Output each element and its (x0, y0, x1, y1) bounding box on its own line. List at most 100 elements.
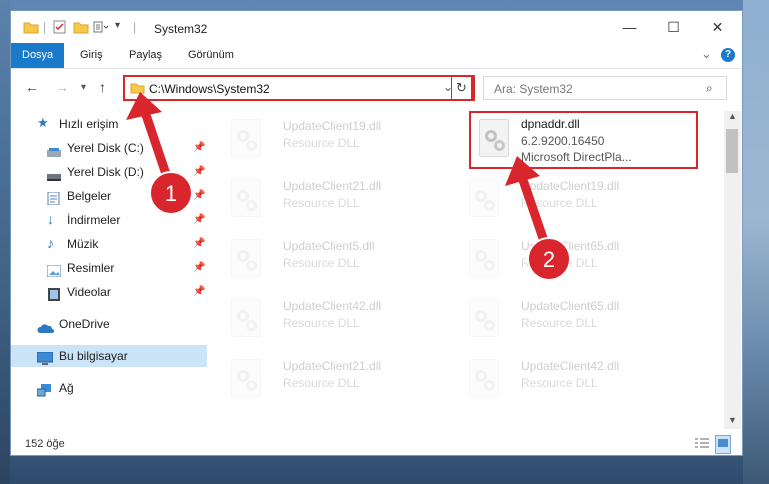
file-type: Microsoft DirectPla... (521, 150, 632, 164)
dll-file-icon (231, 359, 261, 397)
file-name: UpdateClient5.dll (283, 239, 375, 253)
sidebar-item-label: Videolar (67, 285, 111, 299)
vertical-scrollbar[interactable]: ▲ ▼ (724, 111, 741, 429)
tab-view[interactable]: Görünüm (177, 43, 245, 68)
sidebar-item-music[interactable]: ♪ Müzik 📌 (11, 233, 207, 255)
download-icon: ↓ (47, 211, 54, 227)
scrollbar-thumb[interactable] (726, 129, 738, 173)
properties-icon[interactable] (53, 20, 67, 37)
scroll-up-icon[interactable]: ▲ (728, 111, 737, 121)
sidebar-item-videos[interactable]: Videolar 📌 (11, 281, 207, 303)
customize-icon[interactable] (93, 20, 109, 37)
quick-access-dropdown-icon[interactable]: ▾ (115, 20, 120, 31)
maximize-button[interactable]: ☐ (651, 11, 696, 43)
drive-icon (47, 143, 61, 157)
details-view-icon[interactable] (695, 437, 709, 452)
close-button[interactable]: ✕ (695, 11, 740, 43)
dll-file-icon (469, 239, 499, 277)
sidebar-item-network[interactable]: Ağ (11, 377, 207, 399)
star-icon: ★ (37, 115, 49, 130)
sidebar-item-quick-access[interactable]: ★ Hızlı erişim (11, 113, 207, 135)
tab-share[interactable]: Paylaş (118, 43, 173, 68)
sidebar-item-drive-d[interactable]: Yerel Disk (D:) 📌 (11, 161, 207, 183)
sidebar-item-this-pc[interactable]: Bu bilgisayar (11, 345, 207, 367)
file-explorer-window: | ▾ | System32 — ☐ ✕ Dosya Giriş Paylaş … (10, 10, 743, 456)
dll-file-icon (231, 179, 261, 217)
item-count: 152 öğe (25, 438, 65, 450)
sidebar-item-pictures[interactable]: Resimler 📌 (11, 257, 207, 279)
address-bar[interactable]: C:\Windows\System32 ⌄ (123, 75, 475, 101)
address-path: C:\Windows\System32 (149, 82, 270, 96)
status-bar: 152 öğe (11, 433, 742, 455)
drive-icon (47, 167, 61, 181)
pin-icon: 📌 (193, 142, 206, 153)
sidebar-item-downloads[interactable]: ↓ İndirmeler 📌 (11, 209, 207, 231)
file-item[interactable]: UpdateClient21.dll Resource DLL (211, 173, 441, 229)
back-arrow-icon[interactable]: ← (25, 79, 39, 95)
sidebar-item-label: Yerel Disk (D:) (67, 165, 144, 179)
separator: | (43, 20, 47, 34)
file-type: Resource DLL (521, 196, 598, 210)
onedrive-icon (37, 319, 54, 333)
up-arrow-icon[interactable]: ↑ (99, 79, 106, 95)
pin-icon: 📌 (193, 214, 206, 225)
recent-locations-icon[interactable]: ▾ (81, 82, 86, 93)
new-folder-icon[interactable] (73, 20, 89, 37)
computer-icon (36, 350, 54, 365)
sidebar-item-onedrive[interactable]: OneDrive (11, 313, 207, 335)
file-name: UpdateClient42.dll (283, 299, 382, 313)
forward-arrow-icon[interactable]: → (55, 79, 69, 95)
file-type: Resource DLL (283, 256, 360, 270)
file-name: UpdateClient21.dll (283, 359, 382, 373)
pin-icon: 📌 (193, 262, 206, 273)
video-icon (47, 286, 61, 301)
sidebar-item-label: Resimler (67, 261, 115, 275)
file-item-selected[interactable]: dpnaddr.dll 6.2.9200.16450 Microsoft Dir… (469, 111, 698, 169)
dll-file-icon (469, 359, 499, 397)
file-item[interactable]: UpdateClient19.dll Resource DLL (449, 173, 679, 229)
navigation-pane: ★ Hızlı erişim Yerel Disk (C:) 📌 Yerel D… (11, 111, 211, 429)
music-icon: ♪ (47, 235, 54, 251)
sidebar-item-label: Bu bilgisayar (59, 349, 128, 363)
help-icon[interactable]: ? (721, 48, 735, 62)
dll-file-icon (231, 119, 261, 157)
file-item[interactable]: UpdateClient42.dll Resource DLL (211, 293, 441, 349)
file-item[interactable]: UpdateClient21.dll Resource DLL (211, 353, 441, 409)
expand-ribbon-icon[interactable]: ⌄ (701, 46, 712, 62)
tab-file[interactable]: Dosya (11, 43, 65, 68)
dll-file-icon (231, 239, 261, 277)
tiles-view-icon[interactable] (715, 435, 731, 454)
dll-file-icon (469, 179, 499, 217)
file-type: Resource DLL (283, 316, 360, 330)
sidebar-item-label: Yerel Disk (C:) (67, 141, 144, 155)
file-item[interactable]: UpdateClient65.dll Resource DLL (449, 233, 679, 289)
pin-icon: 📌 (193, 166, 206, 177)
pin-icon: 📌 (193, 238, 206, 249)
pin-icon: 📌 (193, 190, 206, 201)
file-name: UpdateClient19.dll (521, 179, 620, 193)
file-name: UpdateClient19.dll (283, 119, 382, 133)
pictures-icon (46, 262, 62, 278)
search-box[interactable]: Ara: System32 ⌕ (483, 76, 727, 100)
minimize-button[interactable]: — (607, 11, 652, 43)
file-item[interactable]: UpdateClient5.dll Resource DLL (211, 233, 441, 289)
title-bar: | ▾ | System32 — ☐ ✕ (11, 11, 742, 43)
sidebar-item-label: Müzik (67, 237, 99, 251)
sidebar-item-label: Hızlı erişim (59, 117, 119, 131)
sidebar-item-label: Ağ (59, 381, 74, 395)
file-item[interactable]: UpdateClient19.dll Resource DLL (211, 113, 441, 169)
sidebar-item-documents[interactable]: Belgeler 📌 (11, 185, 207, 207)
file-type: Resource DLL (521, 376, 598, 390)
file-name: UpdateClient42.dll (521, 359, 620, 373)
tab-home[interactable]: Giriş (69, 43, 114, 68)
file-item[interactable]: UpdateClient42.dll Resource DLL (449, 353, 679, 409)
scroll-down-icon[interactable]: ▼ (728, 415, 737, 425)
file-version: 6.2.9200.16450 (521, 134, 605, 148)
sidebar-item-drive-c[interactable]: Yerel Disk (C:) 📌 (11, 137, 207, 159)
refresh-button[interactable]: ↻ (451, 75, 473, 101)
file-item[interactable]: UpdateClient65.dll Resource DLL (449, 293, 679, 349)
dll-file-icon (469, 299, 499, 337)
file-type: Resource DLL (283, 196, 360, 210)
folder-icon (130, 81, 145, 97)
search-placeholder: Ara: System32 (494, 82, 573, 96)
